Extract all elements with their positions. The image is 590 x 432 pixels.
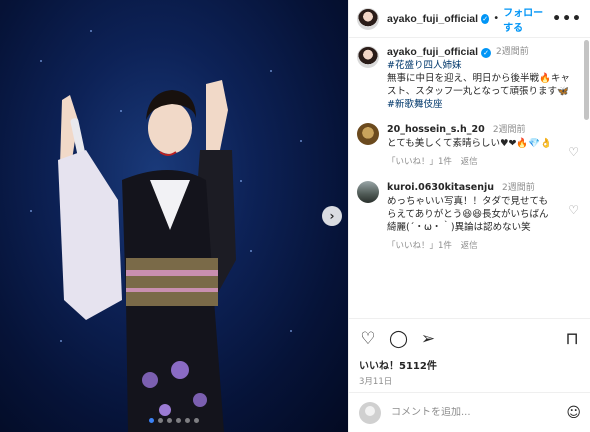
comment-time: 2週間前 [502, 183, 535, 193]
follow-button[interactable]: フォローする [503, 4, 552, 34]
author-username[interactable]: ayako_fuji_official [387, 13, 478, 25]
emoji-icon[interactable]: ☺ [566, 405, 581, 421]
more-options-icon[interactable]: ••• [552, 11, 582, 27]
post-date: 3月11日 [359, 377, 393, 387]
comment-icon[interactable]: ◯ [389, 329, 408, 349]
carousel-dot [176, 418, 181, 423]
comment-input[interactable] [391, 407, 541, 418]
commenter-username[interactable]: 20_hossein_s.h_20 [387, 124, 485, 135]
reply-button[interactable]: 返信 [461, 157, 478, 167]
comment-likes-link[interactable]: 「いいね！」1件 [387, 157, 452, 167]
heart-icon[interactable]: ♡ [568, 203, 579, 217]
post-photo[interactable]: › [0, 0, 348, 432]
commenter-avatar[interactable] [357, 181, 379, 203]
commenter-avatar[interactable] [357, 123, 379, 145]
current-user-avatar [359, 401, 381, 424]
verified-icon: ✓ [481, 47, 492, 58]
comment-item: 20_hossein_s.h_20 2週間前 とても美しくて素晴らしい♥❤🔥💎👌… [357, 123, 581, 169]
hashtag-link[interactable]: #新歌舞伎座 [387, 98, 572, 111]
separator: • [493, 13, 500, 24]
comment-likes-link[interactable]: 「いいね！」1件 [387, 241, 452, 251]
post-actions: ♡ ◯ ➢ ⊓ いいね！5112件 3月11日 [349, 318, 590, 387]
comment-text: とても美しくて素晴らしい♥❤🔥💎👌 [387, 138, 552, 149]
chevron-right-icon: › [329, 209, 335, 223]
heart-icon[interactable]: ♡ [568, 145, 579, 159]
caption-text: 無事に中日を迎え、明日から後半戦🔥キャスト、スタッフ一丸となって頑張ります🦋 [387, 73, 570, 97]
share-icon[interactable]: ➢ [419, 329, 437, 349]
like-count[interactable]: いいね！5112件 [359, 357, 581, 372]
carousel-dot [194, 418, 199, 423]
author-avatar[interactable] [357, 7, 379, 30]
scrollbar[interactable] [584, 40, 589, 120]
carousel-dot [158, 418, 163, 423]
carousel-next-button[interactable]: › [322, 206, 342, 226]
post-caption: ayako_fuji_official ✓ 2週間前 #花盛り四人姉妹 無事に中… [357, 46, 581, 111]
reply-button[interactable]: 返信 [461, 241, 478, 251]
post-sidebar: ayako_fuji_official ✓ • フォローする ••• ayako… [348, 0, 590, 432]
carousel-dot [149, 418, 154, 423]
author-avatar[interactable] [357, 46, 379, 68]
carousel-indicator [0, 418, 348, 423]
bookmark-icon[interactable]: ⊓ [563, 329, 581, 349]
hashtag-link[interactable]: #花盛り四人姉妹 [387, 59, 572, 72]
caption-time: 2週間前 [496, 47, 529, 57]
verified-icon: ✓ [481, 13, 490, 24]
comment-text: めっちゃいい写真！！タダで見せてもらえてありがとう😆😆長女がいちばん綺麗(´・ω… [387, 196, 549, 233]
comments-scroll-area[interactable]: ayako_fuji_official ✓ 2週間前 #花盛り四人姉妹 無事に中… [349, 38, 590, 314]
heart-icon[interactable]: ♡ [359, 329, 377, 349]
caption-username[interactable]: ayako_fuji_official [387, 46, 478, 59]
performer-figure [58, 80, 236, 432]
commenter-username[interactable]: kuroi.0630kitasenju [387, 182, 494, 193]
comment-item: kuroi.0630kitasenju 2週間前 めっちゃいい写真！！タダで見せ… [357, 181, 581, 253]
carousel-dot [185, 418, 190, 423]
post-header: ayako_fuji_official ✓ • フォローする ••• [349, 0, 590, 38]
comment-composer: ☺ [349, 392, 590, 432]
comment-time: 2週間前 [492, 125, 526, 135]
carousel-dot [167, 418, 172, 423]
